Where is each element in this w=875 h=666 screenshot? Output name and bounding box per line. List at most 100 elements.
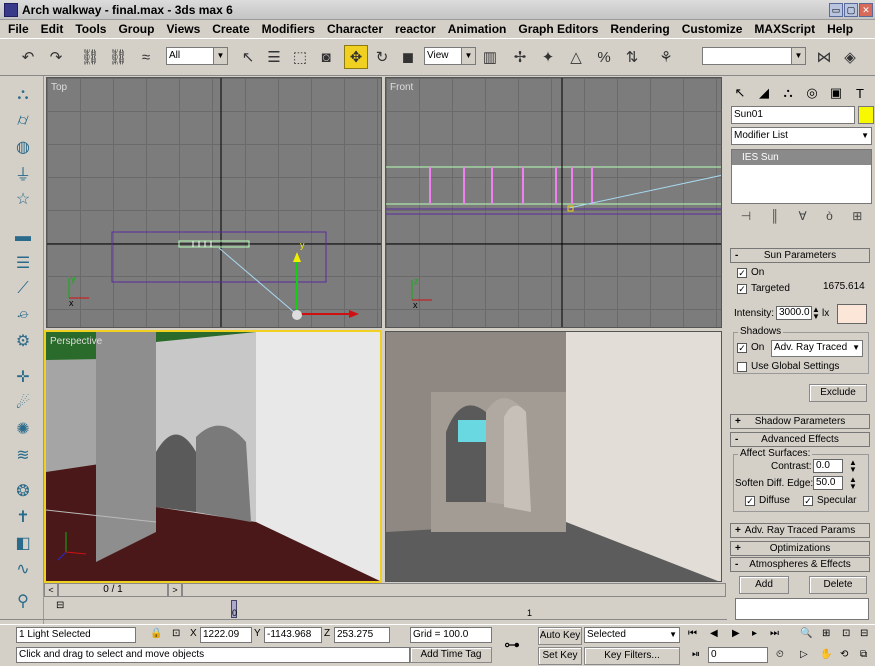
selection-filter-dropdown[interactable]: All ▼ xyxy=(166,47,228,65)
zoom-all-icon[interactable]: ⊞ xyxy=(822,628,830,639)
select-by-name-icon[interactable]: ☰ xyxy=(262,45,286,69)
viewport-perspective[interactable]: Perspective xyxy=(44,330,382,583)
go-to-end-icon[interactable]: ⏭ xyxy=(770,628,779,639)
pin-stack-icon[interactable]: ⊣ xyxy=(741,209,751,223)
object-color-swatch[interactable] xyxy=(858,106,874,124)
soften-spinner[interactable]: 50.0 xyxy=(813,476,843,490)
object-name-field[interactable]: Sun01 xyxy=(731,106,855,124)
time-back-icon[interactable]: < xyxy=(44,583,58,597)
zoom-icon[interactable]: 🔍 xyxy=(800,628,812,639)
light-color-swatch[interactable] xyxy=(837,304,867,324)
add-button[interactable]: Add xyxy=(739,576,789,594)
select-and-scale-icon[interactable]: ◼ xyxy=(396,45,420,69)
track-bar-toggle-icon[interactable]: ⊟ xyxy=(56,600,64,611)
make-unique-icon[interactable]: ∀ xyxy=(798,209,806,223)
close-button[interactable]: ✕ xyxy=(859,3,873,17)
mirror-icon[interactable]: ⋈ xyxy=(812,45,836,69)
rollout-shadow-parameters[interactable]: + Shadow Parameters xyxy=(730,414,870,429)
use-global-settings-checkbox[interactable] xyxy=(737,362,747,372)
helper-icon[interactable]: ✛ xyxy=(12,366,34,388)
box-icon[interactable]: ▬ xyxy=(12,226,34,248)
contrast-spinner-arrows[interactable]: ▲ ▼ xyxy=(849,459,857,474)
rollout-sun-parameters[interactable]: - Sun Parameters xyxy=(730,248,870,263)
modify-tab-icon[interactable]: ◢ xyxy=(753,82,775,104)
viewport-camera[interactable] xyxy=(385,331,722,582)
exclude-button[interactable]: Exclude xyxy=(809,384,867,402)
time-slider-track[interactable] xyxy=(182,583,726,597)
time-forward-icon[interactable]: > xyxy=(168,583,182,597)
specular-checkbox[interactable]: ✓ xyxy=(803,496,813,506)
select-object-icon[interactable]: ↖ xyxy=(236,45,260,69)
shape-icon[interactable]: ⌮ xyxy=(12,304,34,326)
configure-sets-icon[interactable]: ⊞ xyxy=(852,209,862,223)
gear-icon[interactable]: ⚙ xyxy=(12,330,34,352)
plane-icon[interactable]: ⏚ xyxy=(12,162,34,184)
menu-views[interactable]: Views xyxy=(160,22,206,36)
edit-named-selection-icon[interactable]: ⚘ xyxy=(654,45,678,69)
atmospheres-list[interactable] xyxy=(735,598,869,620)
rollout-adv-ray-traced-params[interactable]: + Adv. Ray Traced Params xyxy=(730,523,870,538)
menu-character[interactable]: Character xyxy=(321,22,389,36)
percent-snap-icon[interactable]: % xyxy=(592,45,616,69)
maximize-viewport-icon[interactable]: ⧉ xyxy=(860,649,867,660)
star-icon[interactable]: ☆ xyxy=(12,188,34,210)
light-icon[interactable]: ☄ xyxy=(12,392,34,414)
minimize-button[interactable]: ▭ xyxy=(829,3,843,17)
stack-item-ies-sun[interactable]: IES Sun xyxy=(732,150,871,165)
zoom-extents-icon[interactable]: ⊡ xyxy=(842,628,850,639)
set-key-mode-icon[interactable]: ⊶ xyxy=(504,635,520,655)
rollout-advanced-effects[interactable]: - Advanced Effects xyxy=(730,432,870,447)
menu-maxscript[interactable]: MAXScript xyxy=(748,22,821,36)
contrast-spinner[interactable]: 0.0 xyxy=(813,459,843,473)
spacewarp-icon[interactable]: ≋ xyxy=(12,444,34,466)
intensity-spinner-arrows[interactable]: ▲ ▼ xyxy=(812,306,820,321)
track-bar[interactable]: ⊟ 0 1 xyxy=(0,597,727,624)
lock-selection-icon[interactable]: 🔒 xyxy=(150,628,162,639)
hierarchy-tab-icon[interactable]: ⛬ xyxy=(777,82,799,104)
auto-key-button[interactable]: Auto Key xyxy=(538,627,582,645)
window-crossing-icon[interactable]: ◙ xyxy=(314,45,338,69)
field-of-view-icon[interactable]: ▷ xyxy=(800,649,808,660)
named-selection-dropdown[interactable]: ▼ xyxy=(702,47,806,65)
absolute-mode-icon[interactable]: ⊡ xyxy=(172,628,180,639)
key-mode-dropdown[interactable]: Selected ▼ xyxy=(584,627,680,643)
menu-create[interactable]: Create xyxy=(206,22,255,36)
shadow-type-dropdown[interactable]: Adv. Ray Traced ▼ xyxy=(771,340,863,357)
y-coordinate-field[interactable]: -1143.968 xyxy=(264,627,322,643)
menu-file[interactable]: File xyxy=(2,22,35,36)
select-and-rotate-icon[interactable]: ↻ xyxy=(370,45,394,69)
orbit-icon[interactable]: ⟲ xyxy=(840,649,848,660)
snake-icon[interactable]: ∿ xyxy=(12,558,34,580)
select-and-manipulate-icon[interactable]: ✢ xyxy=(508,45,532,69)
bind-space-warp-icon[interactable]: ≈ xyxy=(134,45,158,69)
line-icon[interactable]: ⟋ xyxy=(12,278,34,300)
x-coordinate-field[interactable]: 1222.09 xyxy=(200,627,252,643)
pan-icon[interactable]: ✋ xyxy=(820,649,832,660)
cylinder-icon[interactable]: ☰ xyxy=(12,252,34,274)
menu-rendering[interactable]: Rendering xyxy=(604,22,675,36)
display-tab-icon[interactable]: ▣ xyxy=(825,82,847,104)
targeted-checkbox[interactable]: ✓ xyxy=(737,284,747,294)
z-coordinate-field[interactable]: 253.275 xyxy=(334,627,390,643)
align-icon[interactable]: ◈ xyxy=(838,45,862,69)
intensity-spinner[interactable]: 3000.0 xyxy=(776,306,812,320)
previous-frame-icon[interactable]: ◀ xyxy=(710,628,718,639)
menu-group[interactable]: Group xyxy=(112,22,160,36)
redo-icon[interactable]: ↷ xyxy=(44,45,68,69)
key-mode-toggle-icon[interactable]: ⏯ xyxy=(692,649,700,660)
undo-icon[interactable]: ↶ xyxy=(16,45,40,69)
character-icon[interactable]: ✝ xyxy=(12,506,34,528)
play-icon[interactable]: ▶ xyxy=(732,628,740,639)
soften-spinner-arrows[interactable]: ▲ ▼ xyxy=(849,476,857,491)
remove-modifier-icon[interactable]: ò xyxy=(826,209,833,223)
pivot-point-icon[interactable]: ▥ xyxy=(478,45,502,69)
cloth-icon[interactable]: ◧ xyxy=(12,532,34,554)
time-slider-thumb[interactable]: 0 / 1 xyxy=(58,583,168,597)
sphere-icon[interactable]: ◍ xyxy=(12,136,34,158)
on-checkbox[interactable]: ✓ xyxy=(737,268,747,278)
select-and-link-icon[interactable]: ⛓ xyxy=(78,45,102,69)
key-filters-button[interactable]: Key Filters... xyxy=(584,647,680,665)
motion-tab-icon[interactable]: ◎ xyxy=(801,82,823,104)
menu-help[interactable]: Help xyxy=(821,22,859,36)
spinner-snap-icon[interactable]: ⇅ xyxy=(620,45,644,69)
